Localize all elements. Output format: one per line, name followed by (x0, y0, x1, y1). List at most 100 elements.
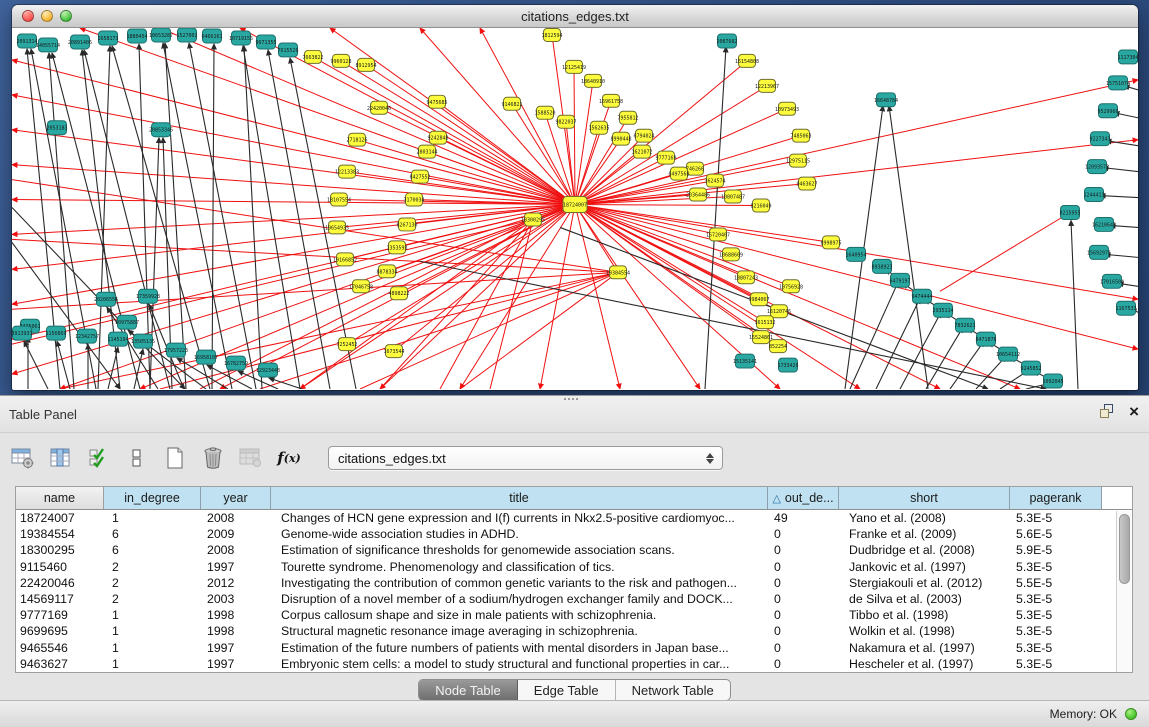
cell-name[interactable]: 9699695 (16, 624, 104, 638)
graph-node[interactable]: 10719155 (229, 31, 253, 45)
graph-node[interactable]: 12923448 (256, 363, 280, 377)
tab-node-table[interactable]: Node Table (419, 680, 518, 700)
cell-out_de[interactable]: 0 (768, 576, 839, 590)
cell-in_degree[interactable]: 6 (104, 543, 201, 557)
cell-name[interactable]: 9777169 (16, 608, 104, 622)
graph-node[interactable]: 8878334 (376, 265, 397, 278)
graph-node[interactable]: 10654112 (996, 347, 1020, 361)
column-header-out_de[interactable]: △out_de... (768, 487, 839, 509)
graph-node[interactable]: 9777169 (655, 151, 676, 164)
cell-short[interactable]: Yano et al. (2008) (839, 511, 1010, 525)
table-row[interactable]: 1938455462009Genome-wide association stu… (16, 526, 1132, 542)
cell-title[interactable]: Genome-wide association studies in ADHD. (271, 527, 768, 541)
red-edge[interactable] (575, 80, 1138, 205)
table-column-icon[interactable] (48, 445, 74, 471)
cell-pagerank[interactable]: 5.3E-5 (1010, 657, 1102, 671)
graph-node[interactable]: 18640910 (581, 74, 605, 87)
graph-node[interactable]: 1880454 (126, 29, 147, 43)
cell-short[interactable]: Franke et al. (2009) (839, 527, 1010, 541)
graph-node[interactable]: 10973493 (775, 102, 799, 115)
cell-title[interactable]: Tourette syndrome. Phenomenology and cla… (271, 560, 768, 574)
table-row[interactable]: 946554611997Estimation of the future num… (16, 640, 1132, 656)
panel-resize-grip[interactable] (563, 398, 579, 404)
cell-name[interactable]: 9465546 (16, 641, 104, 655)
cell-year[interactable]: 2009 (201, 527, 271, 541)
graph-node[interactable]: 12342757 (75, 329, 99, 343)
table-row[interactable]: 1456911722003Disruption of a novel membe… (16, 591, 1132, 607)
graph-node[interactable]: 1615132 (754, 316, 775, 329)
graph-node[interactable]: 9475685 (426, 95, 447, 108)
graph-node[interactable]: 10653287 (149, 28, 173, 42)
cell-in_degree[interactable]: 1 (104, 624, 201, 638)
vertical-scrollbar[interactable] (1116, 511, 1131, 672)
graph-node[interactable]: 17016504 (1100, 274, 1124, 288)
red-edge[interactable] (575, 205, 1138, 350)
graph-node[interactable]: 12213967 (755, 79, 779, 92)
cell-name[interactable]: 19384554 (16, 527, 104, 541)
table-settings-icon[interactable] (10, 445, 36, 471)
graph-node[interactable]: 8471878 (975, 332, 996, 346)
table-source-select[interactable]: citations_edges.txt (328, 446, 723, 470)
cell-out_de[interactable]: 0 (768, 560, 839, 574)
graph-node[interactable]: 1167533 (1115, 301, 1136, 315)
table-row[interactable]: 946362711997Embryonic stem cells: a mode… (16, 656, 1132, 672)
cell-pagerank[interactable]: 5.9E-5 (1010, 543, 1102, 557)
graph-node[interactable]: 16210643 (1092, 217, 1116, 231)
red-edge[interactable] (575, 140, 1138, 205)
cell-short[interactable]: Nakamura et al. (1997) (839, 641, 1010, 655)
black-edge[interactable] (1100, 196, 1138, 198)
cell-year[interactable]: 1997 (201, 657, 271, 671)
graph-node[interactable]: 19654935 (325, 221, 349, 234)
graph-node[interactable]: 2087682 (716, 34, 737, 48)
graph-node[interactable]: 9474444 (911, 289, 932, 303)
graph-node[interactable]: 17957223 (164, 343, 188, 357)
graph-node[interactable]: 1092045 (1042, 374, 1063, 388)
cell-out_de[interactable]: 0 (768, 657, 839, 671)
red-edge[interactable] (200, 219, 533, 389)
hub-node[interactable]: 18724007 (563, 197, 587, 213)
graph-node[interactable]: 7955812 (617, 111, 638, 124)
table-row[interactable]: 977716911998Corpus callosum shape and si… (16, 607, 1132, 623)
graph-node[interactable]: 9463627 (796, 177, 817, 190)
network-view[interactable]: 2091314140557142089140616581731880454106… (12, 28, 1138, 389)
cell-name[interactable]: 22420046 (16, 576, 104, 590)
black-edge[interactable] (243, 46, 300, 389)
graph-node[interactable]: 2935114 (932, 303, 953, 317)
graph-node[interactable]: 22420046 (367, 101, 391, 114)
cell-year[interactable]: 2003 (201, 592, 271, 606)
graph-node[interactable]: 9960128 (330, 54, 351, 67)
graph-node[interactable]: 2091314 (16, 34, 37, 48)
window-titlebar[interactable]: citations_edges.txt (12, 5, 1138, 28)
graph-node[interactable]: 7832621 (954, 318, 975, 332)
cell-in_degree[interactable]: 1 (104, 608, 201, 622)
graph-node[interactable]: 14055714 (36, 38, 60, 52)
cell-out_de[interactable]: 0 (768, 592, 839, 606)
graph-node[interactable]: 1812594 (541, 28, 562, 41)
graph-node[interactable]: 852254 (769, 340, 787, 353)
table-row[interactable]: 2242004622012Investigating the contribut… (16, 575, 1132, 591)
cell-pagerank[interactable]: 5.3E-5 (1010, 608, 1102, 622)
graph-node[interactable]: 1244413 (1083, 188, 1104, 202)
cell-year[interactable]: 2008 (201, 511, 271, 525)
graph-node[interactable]: 6794024 (633, 129, 654, 142)
graph-node[interactable]: 13505135 (131, 334, 155, 348)
graph-node[interactable]: 7663822 (302, 50, 323, 63)
graph-node[interactable]: 15692971 (1087, 245, 1111, 259)
cell-in_degree[interactable]: 1 (104, 511, 201, 525)
cell-out_de[interactable]: 49 (768, 511, 839, 525)
cell-in_degree[interactable]: 2 (104, 560, 201, 574)
cell-out_de[interactable]: 0 (768, 624, 839, 638)
graph-node[interactable]: 6466161 (201, 29, 222, 43)
graph-node[interactable]: 18300295 (521, 213, 545, 226)
cell-title[interactable]: Estimation of the future numbers of pati… (271, 641, 768, 655)
black-edge[interactable] (212, 44, 214, 389)
graph-node[interactable]: 8998975 (820, 236, 841, 249)
graph-node[interactable]: 4898222 (388, 287, 409, 300)
graph-node[interactable]: 8267130 (396, 218, 417, 231)
tab-edge-table[interactable]: Edge Table (518, 680, 616, 700)
graph-node[interactable]: 1145194 (107, 332, 128, 346)
cell-short[interactable]: Jankovic et al. (1997) (839, 560, 1010, 574)
column-header-name[interactable]: name (16, 487, 104, 509)
table-row[interactable]: 969969511998Structural magnetic resonanc… (16, 623, 1132, 639)
cell-in_degree[interactable]: 1 (104, 641, 201, 655)
